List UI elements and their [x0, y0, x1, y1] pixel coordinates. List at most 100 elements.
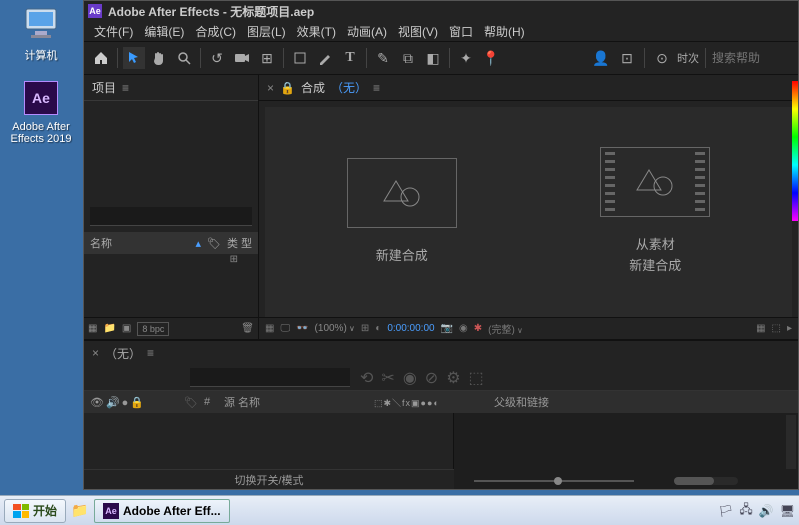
new-composition-card[interactable]: 新建合成 [347, 158, 457, 267]
trash-icon[interactable]: 🗑 [241, 323, 254, 334]
selection-tool-icon[interactable] [123, 47, 145, 69]
menu-help[interactable]: 帮助(H) [480, 22, 529, 41]
switches-col[interactable]: ⬚✱＼fx▣●●◐ [374, 396, 494, 409]
region-icon[interactable]: ◉ [459, 323, 468, 334]
bpc-button[interactable]: 8 bpc [137, 322, 169, 336]
comp-tab-label[interactable]: 合成 [301, 79, 325, 96]
menu-edit[interactable]: 编辑(E) [140, 22, 188, 41]
titlebar[interactable]: Ae Adobe After Effects - 无标题项目.aep [84, 1, 798, 21]
pan-behind-tool-icon[interactable]: ⊞ [256, 47, 278, 69]
view-icon[interactable]: ▦ [756, 323, 765, 334]
taskbar-app-label: Adobe After Eff... [123, 504, 221, 518]
brush-tool-icon[interactable]: ✎ [372, 47, 394, 69]
panel-menu-icon[interactable]: ≡ [373, 81, 380, 95]
scrollbar-horizontal[interactable] [674, 477, 738, 485]
roto-tool-icon[interactable]: ✦ [455, 47, 477, 69]
taskbar-app-ae[interactable]: Ae Adobe After Eff... [94, 499, 230, 523]
toolbar: ↺ ⊞ T ✎ ⧉ ◧ ✦ 📍 👤 ⊡ ⊙ 时次 [84, 41, 798, 75]
interpret-icon[interactable]: ▦ [88, 323, 97, 334]
parent-col[interactable]: 父级和链接 [494, 394, 798, 410]
channel-icon[interactable]: ◐ [375, 323, 381, 334]
project-body[interactable] [84, 268, 258, 317]
camera-tool-icon[interactable] [231, 47, 253, 69]
comp-tab-none[interactable]: （无） [331, 79, 367, 96]
project-tab[interactable]: 项目 [92, 79, 116, 96]
panel-menu-icon[interactable]: ≡ [122, 81, 129, 95]
mask-icon[interactable]: 👓 [296, 323, 308, 334]
home-icon[interactable] [90, 47, 112, 69]
pen-tool-icon[interactable] [314, 47, 336, 69]
project-columns-header[interactable]: 名称 ▴ 🏷 类 型 [84, 232, 258, 254]
source-name-col[interactable]: 源 名称 [224, 394, 374, 410]
tray-network-icon[interactable]: 🖧 [739, 500, 752, 521]
menu-window[interactable]: 窗口 [445, 22, 477, 41]
timeline-panel: × （无） ≡ ⟲ ✂ ◉ ⊘ ⚙ ⬚ 👁🔊●🔒 🏷 # 源 [84, 339, 798, 489]
eraser-tool-icon[interactable]: ◧ [422, 47, 444, 69]
rectangle-tool-icon[interactable] [289, 47, 311, 69]
comp-from-footage-card[interactable]: 从素材 新建合成 [600, 147, 710, 277]
menu-view[interactable]: 视图(V) [394, 22, 442, 41]
menu-file[interactable]: 文件(F) [90, 22, 137, 41]
clone-tool-icon[interactable]: ⧉ [397, 47, 419, 69]
timeline-tab-label[interactable]: （无） [105, 345, 141, 362]
timeline-layers[interactable]: 切换开关/模式 [84, 413, 454, 489]
menu-animation[interactable]: 动画(A) [343, 22, 391, 41]
quick-launch-explorer[interactable]: 📁 [70, 501, 90, 521]
tray-flag-icon[interactable]: 🏳 [718, 504, 733, 518]
lock-icon[interactable]: 🔒 [280, 81, 295, 95]
zoom-tool-icon[interactable] [173, 47, 195, 69]
tl-icon-4[interactable]: ⊘ [425, 368, 438, 388]
hand-tool-icon[interactable] [148, 47, 170, 69]
tl-icon-6[interactable]: ⬚ [469, 368, 484, 388]
resolution-dropdown[interactable]: (完整) [488, 321, 523, 336]
menu-composition[interactable]: 合成(C) [191, 22, 240, 41]
panel-menu-icon[interactable]: ≡ [147, 346, 154, 360]
snap-icon[interactable]: ⊡ [616, 47, 638, 69]
tl-icon-1[interactable]: ⟲ [360, 368, 373, 388]
ae-taskbar-icon: Ae [103, 503, 119, 519]
puppet-tool-icon[interactable]: 📍 [480, 47, 502, 69]
av-icons[interactable]: 👁🔊●🔒 [84, 396, 184, 409]
alpha-icon[interactable]: ▦ [265, 323, 274, 334]
col-name[interactable]: 名称 [90, 235, 189, 251]
timeline-track-area[interactable] [454, 413, 798, 489]
new-comp-icon[interactable]: ▣ [122, 323, 131, 334]
tag-icon[interactable]: 🏷 [207, 237, 221, 250]
grid-icon[interactable]: ⊞ [361, 323, 369, 334]
text-tool-icon[interactable]: T [339, 47, 361, 69]
project-search-input[interactable] [90, 207, 252, 226]
monitor-icon[interactable]: 🖵 [280, 323, 290, 334]
start-button[interactable]: 开始 [4, 499, 66, 523]
desktop-icon-ae[interactable]: Ae Adobe After Effects 2019 [6, 78, 76, 145]
zoom-slider[interactable] [464, 477, 644, 485]
menu-effect[interactable]: 效果(T) [293, 22, 340, 41]
zoom-dropdown[interactable]: (100%) [315, 323, 355, 334]
time-display[interactable]: 0:00:00:00 [387, 323, 434, 334]
exposure-icon[interactable]: ✱ [474, 323, 482, 334]
tray-monitor-icon[interactable]: 🖥 [780, 504, 795, 518]
person-icon[interactable]: 👤 [590, 47, 612, 69]
orbit-tool-icon[interactable]: ↺ [206, 47, 228, 69]
timeline-search-input[interactable] [190, 368, 350, 387]
tl-icon-5[interactable]: ⚙ [446, 368, 460, 388]
col-type[interactable]: 类 型 [227, 235, 252, 251]
folder-icon[interactable]: 📁 [103, 323, 115, 334]
label-col-icon[interactable]: 🏷 [184, 396, 204, 409]
menu-layer[interactable]: 图层(L) [243, 22, 290, 41]
desktop-label: Adobe After Effects 2019 [6, 121, 76, 145]
scrollbar-vertical[interactable] [786, 415, 796, 469]
close-tab-icon[interactable]: × [92, 346, 99, 360]
snapshot-icon[interactable]: 📷 [441, 323, 453, 334]
toggle-switches-button[interactable]: 切换开关/模式 [234, 472, 303, 488]
3d-icon[interactable]: ⬚ [772, 323, 781, 334]
tl-icon-3[interactable]: ◉ [403, 368, 417, 388]
close-tab-icon[interactable]: × [267, 81, 274, 95]
tl-icon-2[interactable]: ✂ [381, 368, 394, 388]
tray-volume-icon[interactable]: 🔊 [759, 504, 774, 518]
desktop-icon-computer[interactable]: 计算机 [6, 4, 76, 63]
timer-icon[interactable]: ⊙ [651, 47, 673, 69]
search-help-input[interactable] [712, 51, 792, 65]
sort-icon[interactable]: ▴ [195, 237, 201, 250]
menubar: 文件(F) 编辑(E) 合成(C) 图层(L) 效果(T) 动画(A) 视图(V… [84, 21, 798, 41]
camera-view-icon[interactable]: ▸ [787, 323, 792, 334]
